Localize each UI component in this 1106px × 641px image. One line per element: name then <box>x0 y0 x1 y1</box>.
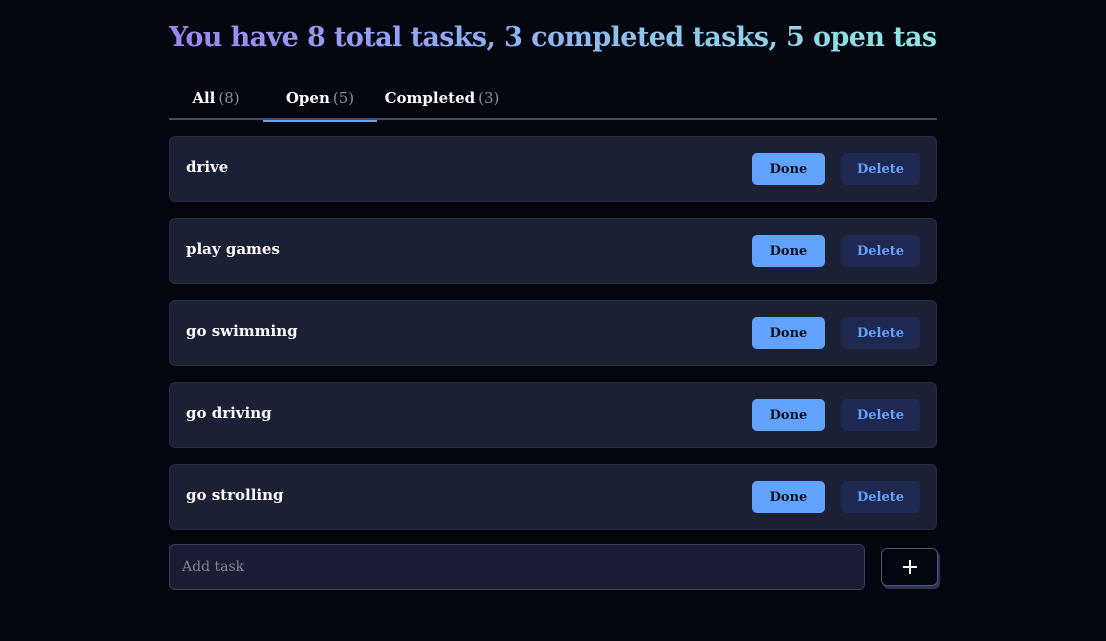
task-list: drive Done Delete play games Done Delete… <box>169 136 937 530</box>
task-item: go strolling Done Delete <box>169 464 937 530</box>
done-button[interactable]: Done <box>752 317 825 349</box>
tab-open-count: (5) <box>332 89 355 107</box>
done-button[interactable]: Done <box>752 399 825 431</box>
app-container: You have 8 total tasks, 3 completed task… <box>169 18 979 590</box>
tab-open-label: Open <box>285 89 330 107</box>
task-item: drive Done Delete <box>169 136 937 202</box>
task-label: go strolling <box>186 486 284 504</box>
tab-all[interactable]: All (8) <box>169 76 263 120</box>
tab-completed-label: Completed <box>384 89 476 107</box>
task-label: go swimming <box>186 322 298 340</box>
task-label: go driving <box>186 404 272 422</box>
add-task-input[interactable] <box>169 544 865 590</box>
delete-button[interactable]: Delete <box>841 481 920 513</box>
delete-button[interactable]: Delete <box>841 399 920 431</box>
plus-icon <box>902 560 917 574</box>
delete-button[interactable]: Delete <box>841 317 920 349</box>
done-button[interactable]: Done <box>752 481 825 513</box>
delete-button[interactable]: Delete <box>841 235 920 267</box>
task-item: play games Done Delete <box>169 218 937 284</box>
tab-all-count: (8) <box>218 89 240 107</box>
add-task-row <box>169 544 938 590</box>
filter-tabs: All (8) Open (5) Completed (3) <box>169 76 937 122</box>
task-summary-heading: You have 8 total tasks, 3 completed task… <box>169 18 979 58</box>
task-label: play games <box>186 240 280 258</box>
done-button[interactable]: Done <box>752 235 825 267</box>
tab-completed-count: (3) <box>478 89 500 107</box>
task-label: drive <box>186 158 229 176</box>
done-button[interactable]: Done <box>752 153 825 185</box>
tab-open[interactable]: Open (5) <box>263 76 377 122</box>
tab-all-label: All <box>192 89 216 107</box>
tab-completed[interactable]: Completed (3) <box>377 76 507 120</box>
add-task-button[interactable] <box>881 548 938 586</box>
task-item: go driving Done Delete <box>169 382 937 448</box>
delete-button[interactable]: Delete <box>841 153 920 185</box>
task-item: go swimming Done Delete <box>169 300 937 366</box>
